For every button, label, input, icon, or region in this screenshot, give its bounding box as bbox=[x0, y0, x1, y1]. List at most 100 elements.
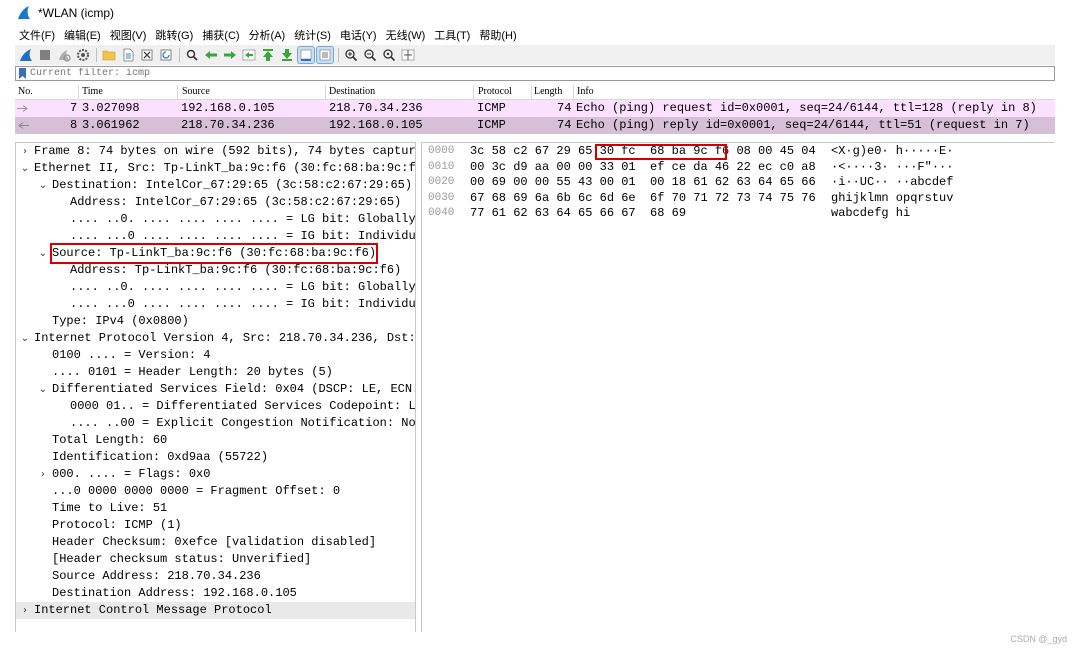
detail-tree-item[interactable]: Address: IntelCor_67:29:65 (3c:58:c2:67:… bbox=[16, 194, 415, 211]
autoscroll-icon[interactable] bbox=[297, 46, 315, 64]
hex-dump-row[interactable]: 0030 67 68 69 6a 6b 6c 6d 6e 6f 70 71 72 … bbox=[422, 191, 1054, 207]
hex-dump-row[interactable]: 0020 00 69 00 00 55 43 00 01 00 18 61 62 … bbox=[422, 175, 1054, 191]
bookmark-icon[interactable] bbox=[18, 68, 27, 79]
menu-view[interactable]: 视图(V) bbox=[110, 27, 147, 43]
go-last-icon[interactable] bbox=[279, 47, 295, 63]
open-folder-icon[interactable] bbox=[101, 47, 117, 63]
column-header-source[interactable]: Source bbox=[182, 86, 210, 97]
go-first-icon[interactable] bbox=[260, 47, 276, 63]
go-to-packet-icon[interactable] bbox=[241, 47, 257, 63]
menu-file[interactable]: 文件(F) bbox=[19, 27, 55, 43]
detail-tree-item[interactable]: Address: Tp-LinkT_ba:9c:f6 (30:fc:68:ba:… bbox=[16, 262, 415, 279]
collapse-arrow-icon[interactable]: ⌄ bbox=[19, 160, 31, 177]
display-filter-bar bbox=[15, 66, 1055, 81]
go-forward-icon[interactable] bbox=[222, 47, 238, 63]
detail-tree-item[interactable]: Total Length: 60 bbox=[16, 432, 415, 449]
detail-tree-item[interactable]: 0100 .... = Version: 4 bbox=[16, 347, 415, 364]
column-divider[interactable] bbox=[473, 85, 474, 99]
detail-tree-item[interactable]: .... 0101 = Header Length: 20 bytes (5) bbox=[16, 364, 415, 381]
detail-tree-item[interactable]: Identification: 0xd9aa (55722) bbox=[16, 449, 415, 466]
packet-source: 192.168.0.105 bbox=[181, 101, 275, 115]
detail-tree-item[interactable]: Destination Address: 192.168.0.105 bbox=[16, 585, 415, 602]
expand-arrow-icon[interactable]: › bbox=[19, 602, 31, 619]
detail-tree-item[interactable]: .... ..00 = Explicit Congestion Notifica… bbox=[16, 415, 415, 432]
find-icon[interactable] bbox=[184, 47, 200, 63]
menu-go[interactable]: 跳转(G) bbox=[155, 27, 193, 43]
detail-tree-item[interactable]: ⌄ Ethernet II, Src: Tp-LinkT_ba:9c:f6 (30… bbox=[16, 160, 415, 177]
detail-tree-item[interactable]: › Frame 8: 74 bytes on wire (592 bits), 7… bbox=[16, 143, 415, 160]
hex-dump-row[interactable]: 0040 77 61 62 63 64 65 66 67 68 69 wabcdef… bbox=[422, 206, 1054, 222]
resize-columns-icon[interactable] bbox=[400, 47, 416, 63]
reload-icon[interactable] bbox=[158, 47, 174, 63]
detail-tree-item[interactable]: Protocol: ICMP (1) bbox=[16, 517, 415, 534]
menu-tools[interactable]: 工具(T) bbox=[434, 27, 470, 43]
go-back-icon[interactable] bbox=[203, 47, 219, 63]
menu-edit[interactable]: 编辑(E) bbox=[64, 27, 101, 43]
menu-wireless[interactable]: 无线(W) bbox=[386, 27, 426, 43]
detail-tree-label: Internet Control Message Protocol bbox=[34, 603, 272, 617]
detail-tree-item[interactable]: ⌄ Internet Protocol Version 4, Src: 218.7… bbox=[16, 330, 415, 347]
detail-tree-item[interactable]: .... ...0 .... .... .... .... = IG bit: … bbox=[16, 296, 415, 313]
detail-tree-item[interactable]: .... ..0. .... .... .... .... = LG bit: … bbox=[16, 211, 415, 228]
detail-tree-item[interactable]: Time to Live: 51 bbox=[16, 500, 415, 517]
detail-tree-label: Frame 8: 74 bytes on wire (592 bits), 74… bbox=[34, 144, 416, 158]
column-divider[interactable] bbox=[78, 85, 79, 99]
detail-tree-label: 000. .... = Flags: 0x0 bbox=[52, 467, 211, 481]
collapse-arrow-icon[interactable]: ⌄ bbox=[37, 245, 49, 262]
column-header-protocol[interactable]: Protocol bbox=[478, 86, 512, 97]
detail-tree-item[interactable]: ⌄ Destination: IntelCor_67:29:65 (3c:58:c… bbox=[16, 177, 415, 194]
menu-statistics[interactable]: 统计(S) bbox=[294, 27, 331, 43]
zoom-in-icon[interactable] bbox=[343, 47, 359, 63]
restart-icon[interactable] bbox=[56, 47, 72, 63]
detail-tree-item[interactable]: .... ..0. .... .... .... .... = LG bit: … bbox=[16, 279, 415, 296]
menu-analyze[interactable]: 分析(A) bbox=[249, 27, 286, 43]
column-header-time[interactable]: Time bbox=[82, 86, 103, 97]
column-divider[interactable] bbox=[325, 85, 326, 99]
hex-dump-row[interactable]: 0010 00 3c d9 aa 00 00 33 01 ef ce da 46 … bbox=[422, 160, 1054, 176]
packet-destination: 218.70.34.236 bbox=[329, 101, 423, 115]
colorize-icon[interactable] bbox=[316, 46, 334, 64]
detail-tree-label: Address: Tp-LinkT_ba:9c:f6 (30:fc:68:ba:… bbox=[70, 263, 402, 277]
packet-time: 3.027098 bbox=[82, 101, 140, 115]
save-file-icon[interactable] bbox=[120, 47, 136, 63]
column-header-destination[interactable]: Destination bbox=[329, 86, 375, 97]
menu-help[interactable]: 帮助(H) bbox=[479, 27, 516, 43]
collapse-arrow-icon[interactable]: ⌄ bbox=[19, 330, 31, 347]
zoom-out-icon[interactable] bbox=[362, 47, 378, 63]
hex-dump-row[interactable]: 0000 3c 58 c2 67 29 65 30 fc 68 ba 9c f6 … bbox=[422, 144, 1054, 160]
detail-tree-item[interactable]: Source Address: 218.70.34.236 bbox=[16, 568, 415, 585]
detail-tree-item[interactable]: Header Checksum: 0xefce [validation disa… bbox=[16, 534, 415, 551]
close-file-icon[interactable] bbox=[139, 47, 155, 63]
column-divider[interactable] bbox=[573, 85, 574, 99]
detail-tree-label: ...0 0000 0000 0000 = Fragment Offset: 0 bbox=[52, 484, 341, 498]
display-filter-input[interactable] bbox=[30, 67, 930, 80]
detail-tree-item[interactable]: .... ...0 .... .... .... .... = IG bit: … bbox=[16, 228, 415, 245]
detail-tree-item[interactable]: ⌄ Differentiated Services Field: 0x04 (DS… bbox=[16, 381, 415, 398]
detail-tree-item[interactable]: › 000. .... = Flags: 0x0 bbox=[16, 466, 415, 483]
shark-fin-start-icon[interactable] bbox=[18, 47, 34, 63]
column-divider[interactable] bbox=[177, 85, 178, 99]
column-divider[interactable] bbox=[531, 85, 532, 99]
column-header-info[interactable]: Info bbox=[577, 86, 594, 97]
detail-tree-item[interactable]: ...0 0000 0000 0000 = Fragment Offset: 0 bbox=[16, 483, 415, 500]
menu-telephony[interactable]: 电话(Y) bbox=[340, 27, 377, 43]
hex-bytes: 67 68 69 6a 6b 6c 6d 6e 6f 70 71 72 73 7… bbox=[470, 190, 816, 205]
options-gear-icon[interactable] bbox=[75, 47, 91, 63]
detail-tree-item[interactable]: ⌄ Source: Tp-LinkT_ba:9c:f6 (30:fc:68:ba:… bbox=[16, 243, 415, 264]
collapse-arrow-icon[interactable]: ⌄ bbox=[37, 381, 49, 398]
request-arrow-icon bbox=[17, 105, 28, 112]
detail-tree-item[interactable]: 0000 01.. = Differentiated Services Code… bbox=[16, 398, 415, 415]
expand-arrow-icon[interactable]: › bbox=[19, 143, 31, 160]
detail-tree-item[interactable]: [Header checksum status: Unverified] bbox=[16, 551, 415, 568]
stop-icon[interactable] bbox=[37, 47, 53, 63]
menu-capture[interactable]: 捕获(C) bbox=[202, 27, 239, 43]
column-header-no[interactable]: No. bbox=[18, 86, 33, 97]
zoom-normal-icon[interactable] bbox=[381, 47, 397, 63]
detail-tree-item[interactable]: Type: IPv4 (0x0800) bbox=[16, 313, 415, 330]
packet-row-selected[interactable]: 8 3.061962 218.70.34.236 192.168.0.105 I… bbox=[15, 117, 1055, 134]
packet-row[interactable]: 7 3.027098 192.168.0.105 218.70.34.236 I… bbox=[15, 100, 1055, 117]
detail-tree-item[interactable]: › Internet Control Message Protocol bbox=[16, 602, 415, 619]
collapse-arrow-icon[interactable]: ⌄ bbox=[37, 177, 49, 194]
expand-arrow-icon[interactable]: › bbox=[37, 466, 49, 483]
column-header-length[interactable]: Length bbox=[534, 86, 562, 97]
